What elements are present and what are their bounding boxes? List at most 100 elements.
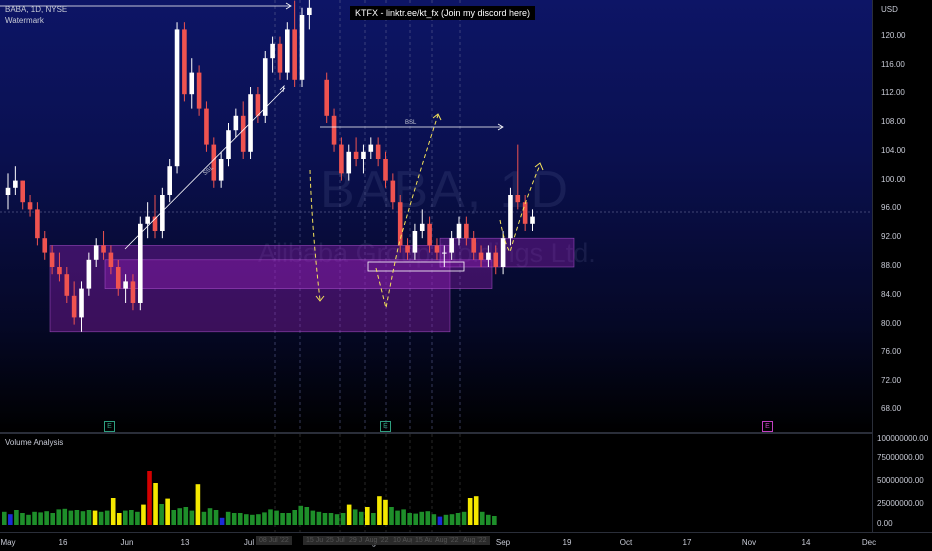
time-overlay-label: Aug '22 <box>362 536 392 545</box>
price-tick: 108.00 <box>881 117 906 126</box>
earnings-marker[interactable]: E <box>762 421 773 432</box>
volume-bar <box>244 514 249 525</box>
volume-bar <box>62 508 68 525</box>
price-tick: 96.00 <box>881 203 902 212</box>
volume-bar <box>473 496 479 525</box>
candle <box>71 295 77 318</box>
candle <box>515 195 521 203</box>
candle <box>397 202 403 246</box>
candle <box>361 151 366 159</box>
volume-bar <box>328 513 334 525</box>
volume-bar <box>250 514 255 525</box>
time-tick: Sep <box>495 538 511 547</box>
candle <box>442 252 447 254</box>
price-tick: 68.00 <box>881 404 902 413</box>
candle <box>493 252 499 267</box>
price-tick: 84.00 <box>881 290 902 299</box>
candle <box>42 238 48 253</box>
volume-bar <box>431 514 437 525</box>
ktfx-banner: KTFX - linktr.ee/kt_fx (Join my discord … <box>350 6 536 20</box>
candle <box>383 159 388 181</box>
volume-bar <box>8 514 13 525</box>
symbol-title[interactable]: BABA, 1D, NYSE <box>5 5 67 14</box>
candle <box>108 252 114 267</box>
candle <box>182 29 187 95</box>
candle <box>390 180 396 203</box>
volume-bar <box>135 511 140 525</box>
volume-bar <box>419 511 425 525</box>
candle <box>331 115 337 145</box>
candle <box>196 72 202 109</box>
time-tick: Jun <box>120 538 134 547</box>
volume-bar <box>401 509 406 525</box>
price-tick: 100.00 <box>881 175 906 184</box>
candle <box>115 267 121 289</box>
candle <box>339 144 344 174</box>
volume-bar <box>26 514 31 525</box>
time-tick: Dec <box>861 538 877 547</box>
candle <box>189 72 195 95</box>
volume-pane[interactable]: Volume Analysis <box>0 434 872 532</box>
time-tick: 19 <box>562 538 572 547</box>
volume-bar <box>153 483 158 525</box>
volume-bar <box>2 511 7 525</box>
candle <box>130 281 136 303</box>
volume-bar <box>56 509 62 525</box>
earnings-marker[interactable]: E <box>104 421 115 432</box>
liquidity-zone <box>439 237 575 268</box>
time-tick: 13 <box>180 538 190 547</box>
volume-bar <box>195 484 201 525</box>
candle <box>471 238 476 253</box>
volume-bar <box>123 510 128 525</box>
time-tick: May <box>0 538 16 547</box>
time-tick: Nov <box>741 538 757 547</box>
volume-bar <box>225 511 231 525</box>
candle <box>375 144 381 159</box>
candle <box>145 216 150 224</box>
candle <box>167 166 172 195</box>
volume-bar <box>68 510 74 525</box>
volume-bar <box>171 510 176 525</box>
volume-bar <box>304 507 310 525</box>
volume-bar <box>98 511 104 525</box>
candle <box>522 202 528 224</box>
candlestick-chart[interactable] <box>0 0 872 432</box>
earnings-marker[interactable]: E <box>380 421 391 432</box>
volume-bar <box>352 509 358 525</box>
candle <box>204 108 209 145</box>
volume-title[interactable]: Volume Analysis <box>5 438 63 447</box>
volume-bar <box>262 512 267 525</box>
volume-bar <box>141 504 146 525</box>
candle <box>49 252 55 267</box>
candle <box>13 180 18 188</box>
candle <box>412 231 418 253</box>
price-tick: 92.00 <box>881 232 902 241</box>
volume-bar <box>201 511 207 525</box>
volume-bar <box>395 510 400 525</box>
volume-bar <box>116 513 122 525</box>
volume-tick: 25000000.00 <box>877 499 924 508</box>
price-tick: 72.00 <box>881 376 902 385</box>
volume-bar <box>177 508 183 525</box>
price-chart-pane[interactable]: BABA, 1D Alibaba Group Holdings Ltd. BAB… <box>0 0 872 432</box>
volume-bar <box>310 510 316 525</box>
arrow-head <box>534 162 544 171</box>
price-axis[interactable]: USD 120.00 116.00 112.00 108.00 104.00 1… <box>872 0 932 532</box>
price-tick: 88.00 <box>881 261 902 270</box>
candle <box>346 151 352 174</box>
price-tick: 76.00 <box>881 347 902 356</box>
candle <box>530 216 535 224</box>
volume-bar <box>38 512 43 525</box>
volume-bar <box>449 514 455 525</box>
candle <box>255 94 261 116</box>
candle <box>434 245 440 253</box>
volume-bar <box>461 511 467 525</box>
candle <box>5 187 11 195</box>
candle <box>64 274 70 296</box>
volume-bar <box>377 496 382 525</box>
volume-bar <box>383 499 388 525</box>
candle <box>427 223 432 246</box>
volume-bar <box>147 471 152 525</box>
watermark-indicator-label[interactable]: Watermark <box>5 16 44 25</box>
time-axis[interactable]: May 16 Jun 13 Jul 18 Aug 15 Sep 19 Oct 1… <box>0 532 932 551</box>
